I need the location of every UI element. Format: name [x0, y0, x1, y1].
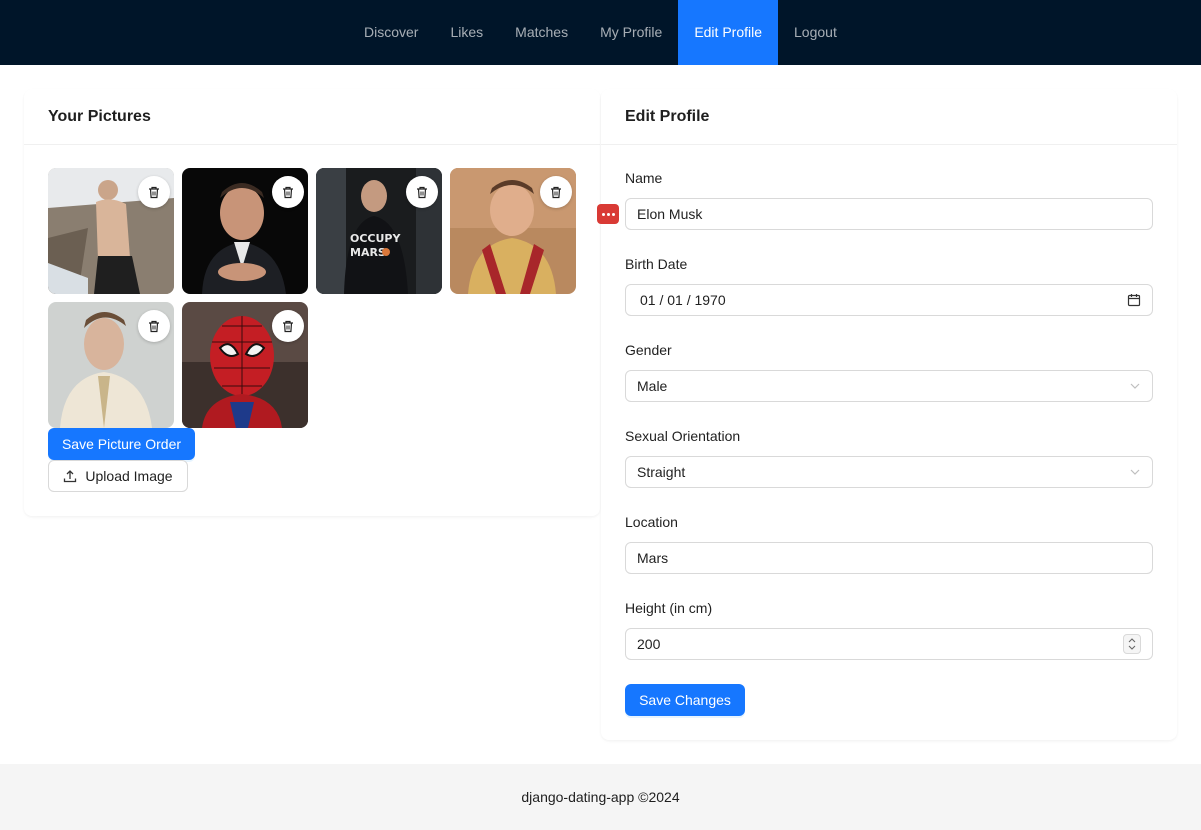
location-value: Mars: [637, 550, 669, 566]
delete-picture-button[interactable]: [406, 176, 438, 208]
gender-select[interactable]: Male: [625, 370, 1153, 402]
nav-likes[interactable]: Likes: [434, 0, 499, 65]
password-manager-icon[interactable]: [597, 204, 619, 224]
birth-date-value: 01 / 01 / 1970: [640, 292, 726, 308]
pictures-card: Your Pictures OCCUPY MARS Save Picture O…: [24, 89, 600, 516]
nav-my-profile[interactable]: My Profile: [584, 0, 678, 65]
save-changes-label: Save Changes: [639, 692, 731, 708]
height-input[interactable]: 200: [625, 628, 1153, 660]
save-picture-order-button[interactable]: Save Picture Order: [48, 428, 195, 460]
trash-icon: [551, 186, 561, 198]
name-input[interactable]: Elon Musk: [625, 198, 1153, 230]
delete-picture-button[interactable]: [138, 176, 170, 208]
chevron-down-icon: [1129, 466, 1141, 478]
footer-text: django-dating-app ©2024: [521, 789, 680, 805]
orientation-label: Sexual Orientation: [625, 428, 741, 444]
delete-picture-button[interactable]: [272, 310, 304, 342]
number-stepper[interactable]: [1123, 634, 1141, 654]
picture-tile[interactable]: [182, 168, 308, 294]
picture-tile[interactable]: OCCUPY MARS: [316, 168, 442, 294]
nav-edit-profile[interactable]: Edit Profile: [678, 0, 779, 65]
picture-tile[interactable]: [182, 302, 308, 428]
upload-icon: [64, 470, 77, 483]
save-picture-order-label: Save Picture Order: [61, 436, 182, 452]
picture-tile[interactable]: [48, 302, 174, 428]
name-value: Elon Musk: [637, 206, 703, 222]
trash-icon: [283, 186, 293, 198]
svg-text:OCCUPY: OCCUPY: [350, 232, 401, 245]
footer: django-dating-app ©2024: [0, 764, 1201, 830]
pictures-card-title: Your Pictures: [24, 89, 600, 145]
picture-tile[interactable]: [450, 168, 576, 294]
gender-value: Male: [637, 378, 668, 394]
name-label: Name: [625, 170, 663, 186]
upload-image-button[interactable]: Upload Image: [48, 460, 188, 492]
trash-icon: [149, 320, 159, 332]
location-input[interactable]: Mars: [625, 542, 1153, 574]
height-value: 200: [637, 636, 661, 652]
edit-profile-card: Edit Profile Name Elon Musk Birth Date 0…: [597, 89, 1177, 740]
orientation-value: Straight: [637, 464, 686, 480]
main-nav: Discover Likes Matches My Profile Edit P…: [348, 0, 853, 65]
trash-icon: [283, 320, 293, 332]
calendar-icon[interactable]: [1127, 293, 1141, 307]
edit-profile-title: Edit Profile: [601, 89, 1177, 145]
top-navbar: Discover Likes Matches My Profile Edit P…: [0, 0, 1201, 65]
location-label: Location: [625, 514, 678, 530]
birth-date-input[interactable]: 01 / 01 / 1970: [625, 284, 1153, 316]
trash-icon: [417, 186, 427, 198]
svg-text:MARS: MARS: [350, 246, 386, 259]
delete-picture-button[interactable]: [138, 310, 170, 342]
orientation-select[interactable]: Straight: [625, 456, 1153, 488]
birth-date-label: Birth Date: [625, 256, 688, 272]
height-label: Height (in cm): [625, 600, 713, 616]
gender-label: Gender: [625, 342, 672, 358]
delete-picture-button[interactable]: [272, 176, 304, 208]
save-changes-button[interactable]: Save Changes: [625, 684, 745, 716]
trash-icon: [149, 186, 159, 198]
nav-logout[interactable]: Logout: [778, 0, 853, 65]
nav-matches[interactable]: Matches: [499, 0, 584, 65]
delete-picture-button[interactable]: [540, 176, 572, 208]
upload-image-label: Upload Image: [85, 468, 173, 484]
chevron-down-icon: [1129, 380, 1141, 392]
nav-discover[interactable]: Discover: [348, 0, 434, 65]
picture-tile[interactable]: [48, 168, 174, 294]
